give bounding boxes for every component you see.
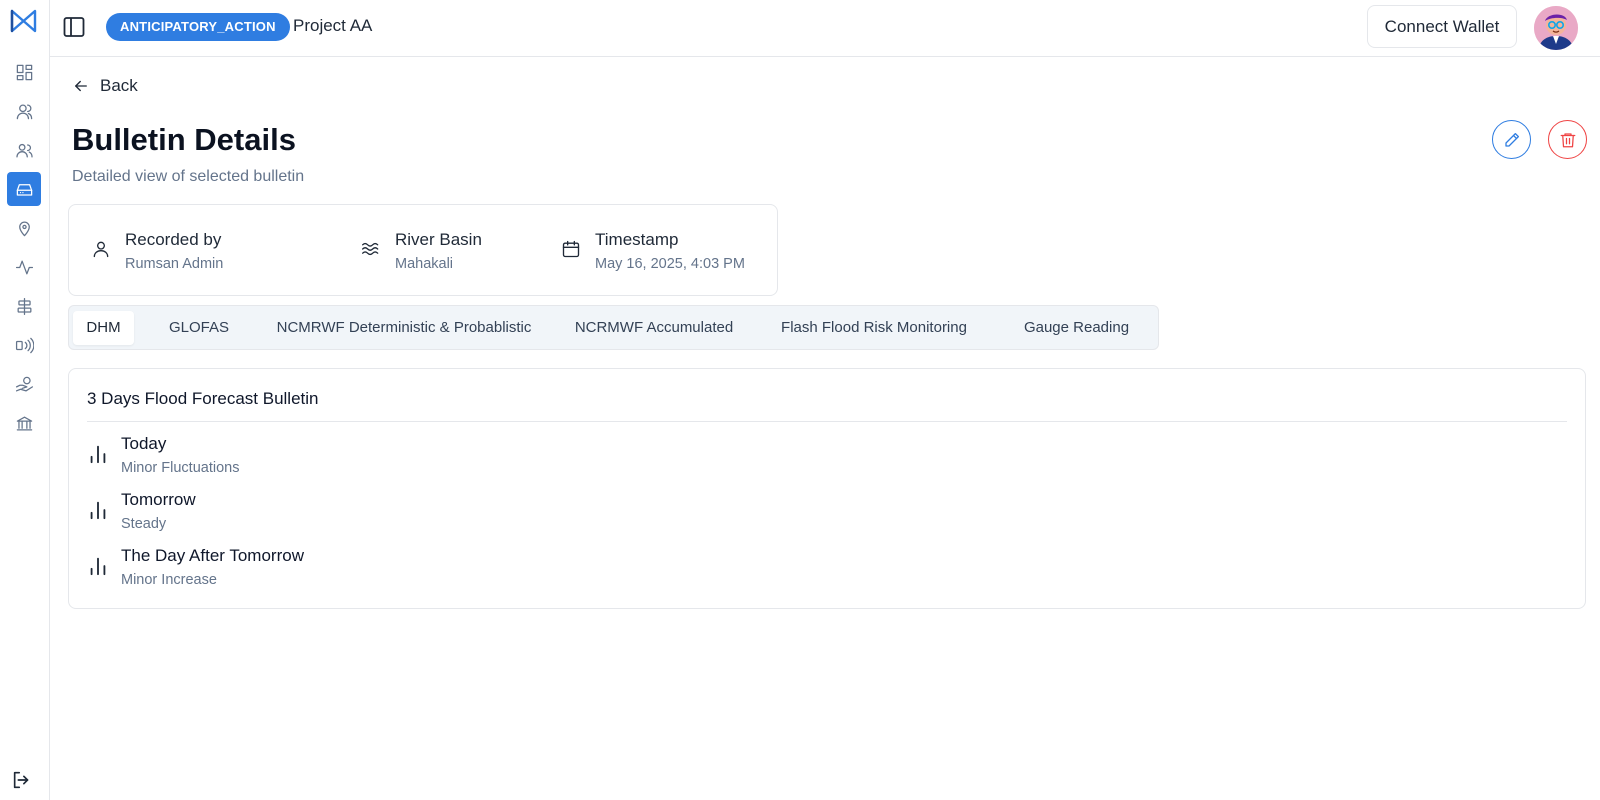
tab-glofas[interactable]: GLOFAS xyxy=(149,311,249,345)
forecast-row-today: Today Minor Fluctuations xyxy=(87,433,239,479)
sidebar-item-align[interactable] xyxy=(7,289,41,323)
dashboard-icon xyxy=(16,64,32,80)
page-title: Bulletin Details xyxy=(72,122,296,157)
forecast-day-label: Today xyxy=(121,434,167,453)
source-tabs: DHM GLOFAS NCMRWF Deterministic & Probab… xyxy=(68,305,1159,350)
edit-button[interactable] xyxy=(1492,120,1531,159)
trash-icon xyxy=(1560,132,1575,147)
waves-icon xyxy=(362,242,379,256)
forecast-row-tomorrow: Tomorrow Steady xyxy=(87,489,196,535)
sidebar-item-dashboard[interactable] xyxy=(7,55,41,89)
tab-ncmrwf-deterministic[interactable]: NCMRWF Deterministic & Probablistic xyxy=(259,311,549,345)
project-name: Project AA xyxy=(293,16,373,35)
bar-chart-icon xyxy=(90,501,106,520)
sidebar-item-signal[interactable] xyxy=(7,328,41,362)
tab-ncrmwf-accumulated[interactable]: NCRMWF Accumulated xyxy=(559,311,749,345)
app-logo-icon[interactable] xyxy=(10,9,37,33)
signal-icon xyxy=(15,337,34,353)
top-header: ANTICIPATORY_ACTION Project AA Connect W… xyxy=(50,0,1600,57)
back-label: Back xyxy=(100,76,138,95)
align-center-icon xyxy=(17,297,31,315)
inbox-icon xyxy=(16,183,32,196)
recorded-by-label: Recorded by xyxy=(125,230,222,249)
tab-gauge-reading[interactable]: Gauge Reading xyxy=(999,311,1154,345)
bar-chart-icon xyxy=(90,557,106,576)
tab-dhm[interactable]: DHM xyxy=(73,311,134,345)
user-icon xyxy=(93,241,109,258)
timestamp-info: Timestamp May 16, 2025, 4:03 PM xyxy=(561,229,745,275)
bulletin-info-card: Recorded by Rumsan Admin River Basin Mah… xyxy=(68,204,778,296)
forecast-day-label: The Day After Tomorrow xyxy=(121,546,304,565)
arrow-left-icon xyxy=(75,80,87,92)
project-type-badge: ANTICIPATORY_ACTION xyxy=(106,13,290,41)
sidebar-item-activity[interactable] xyxy=(7,250,41,284)
tab-flash-flood[interactable]: Flash Flood Risk Monitoring xyxy=(759,311,989,345)
forecast-title: 3 Days Flood Forecast Bulletin xyxy=(87,389,319,408)
bar-chart-icon xyxy=(90,445,106,464)
timestamp-label: Timestamp xyxy=(595,230,679,249)
logout-button[interactable] xyxy=(8,768,36,792)
location-pin-icon xyxy=(18,221,30,236)
forecast-row-day-after: The Day After Tomorrow Minor Increase xyxy=(87,545,304,591)
sidebar-item-user[interactable] xyxy=(7,94,41,128)
divider xyxy=(87,421,1567,422)
calendar-icon xyxy=(562,240,580,258)
bank-icon xyxy=(16,416,32,430)
river-basin-info: River Basin Mahakali xyxy=(361,229,482,275)
sidebar-toggle-button[interactable] xyxy=(62,15,86,39)
sidebar-item-bank[interactable] xyxy=(7,406,41,440)
river-basin-value: Mahakali xyxy=(395,256,454,272)
forecast-day-value: Minor Fluctuations xyxy=(121,460,240,476)
forecast-day-label: Tomorrow xyxy=(121,490,196,509)
sidebar-item-users[interactable] xyxy=(7,133,41,167)
panel-left-icon xyxy=(63,17,85,37)
timestamp-value: May 16, 2025, 4:03 PM xyxy=(595,256,745,272)
connect-wallet-button[interactable]: Connect Wallet xyxy=(1367,5,1517,48)
forecast-bulletin-card: 3 Days Flood Forecast Bulletin Today Min… xyxy=(68,368,1586,609)
logout-icon xyxy=(13,771,29,789)
recorded-by-value: Rumsan Admin xyxy=(125,256,224,272)
page-subtitle: Detailed view of selected bulletin xyxy=(72,168,305,185)
avatar[interactable] xyxy=(1534,6,1578,50)
sidebar-item-location[interactable] xyxy=(7,211,41,245)
sidebar-item-hand-coins[interactable] xyxy=(7,367,41,401)
pencil-icon xyxy=(1504,132,1519,147)
hand-coins-icon xyxy=(15,376,33,391)
river-basin-label: River Basin xyxy=(395,230,482,249)
sidebar-item-inbox[interactable] xyxy=(7,172,41,206)
delete-button[interactable] xyxy=(1548,120,1587,159)
sidebar xyxy=(0,0,50,800)
recorded-by-info: Recorded by Rumsan Admin xyxy=(91,229,223,275)
activity-icon xyxy=(15,260,33,274)
forecast-day-value: Minor Increase xyxy=(121,572,217,588)
users-icon xyxy=(15,143,33,157)
forecast-day-value: Steady xyxy=(121,516,167,532)
back-link[interactable]: Back xyxy=(72,76,138,96)
user-icon xyxy=(16,104,32,119)
